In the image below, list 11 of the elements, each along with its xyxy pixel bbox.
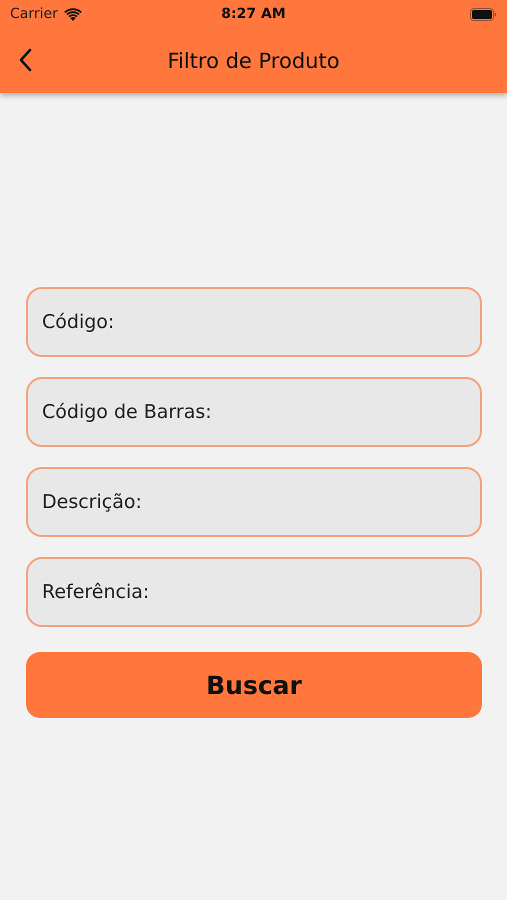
input-field[interactable]: Referência: (26, 557, 482, 627)
carrier-name: Carrier (10, 6, 58, 22)
input-field[interactable]: Código de Barras: (26, 377, 482, 447)
battery-icon (470, 8, 497, 20)
back-button[interactable] (18, 48, 32, 72)
status-time: 8:27 AM (221, 6, 286, 22)
input-field[interactable]: Descrição: (26, 467, 482, 537)
input-field[interactable]: Código: (26, 287, 482, 357)
wifi-icon (64, 8, 82, 20)
screen-title: Filtro de Produto (167, 48, 340, 72)
search-button[interactable]: Buscar (26, 652, 482, 718)
